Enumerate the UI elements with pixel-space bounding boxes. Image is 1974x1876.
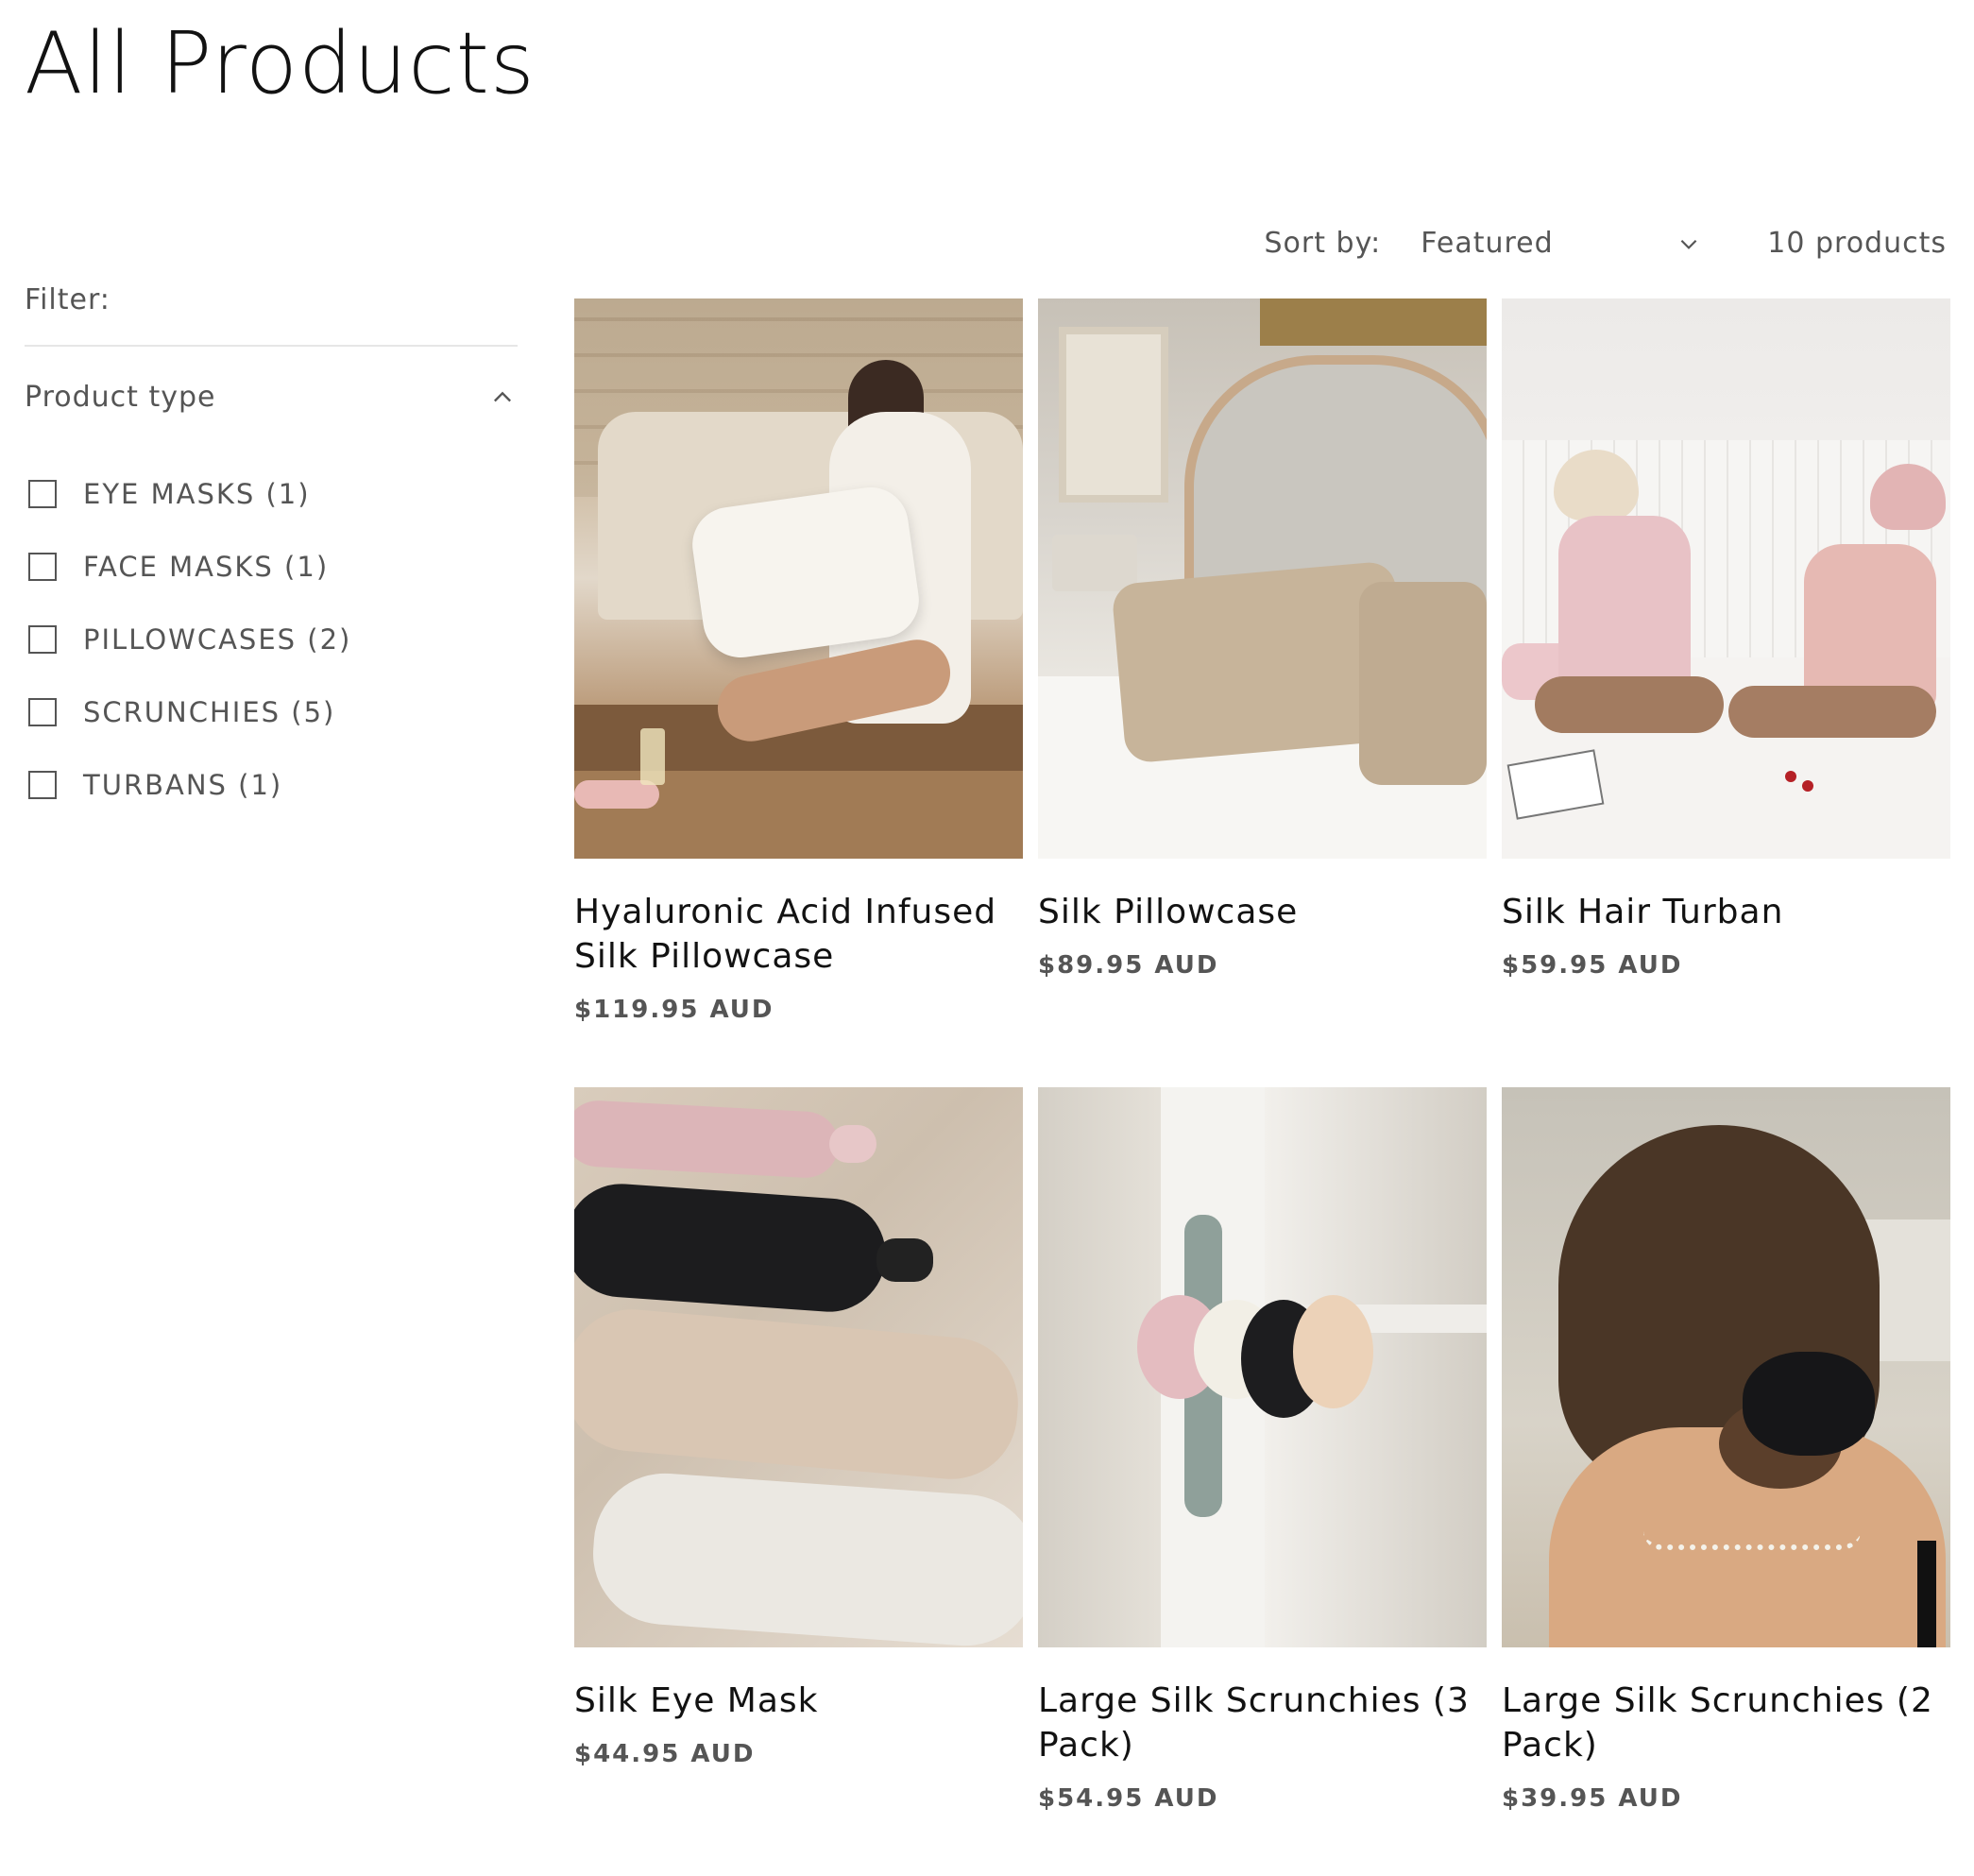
facet-option-label: TURBANS (1) bbox=[83, 768, 283, 801]
sort-selected-value: Featured bbox=[1421, 227, 1554, 260]
checkbox[interactable] bbox=[28, 697, 57, 726]
facet-option-turbans[interactable]: TURBANS (1) bbox=[25, 748, 518, 821]
page-title: All Products bbox=[25, 14, 536, 113]
product-price: $119.95 AUD bbox=[574, 996, 774, 1024]
product-count: 10 products bbox=[1767, 227, 1947, 260]
facet-option-eye-masks[interactable]: EYE MASKS (1) bbox=[25, 457, 518, 530]
product-title[interactable]: Hyaluronic Acid Infused Silk Pillowcase bbox=[574, 890, 1023, 979]
product-price: $59.95 AUD bbox=[1502, 951, 1683, 980]
product-card[interactable]: Silk Hair Turban $59.95 AUD bbox=[1502, 298, 1950, 1087]
product-price: $89.95 AUD bbox=[1038, 951, 1219, 980]
product-image[interactable] bbox=[574, 1087, 1023, 1647]
product-image[interactable] bbox=[1038, 298, 1487, 859]
product-grid: Hyaluronic Acid Infused Silk Pillowcase … bbox=[574, 298, 1953, 1876]
product-price: $44.95 AUD bbox=[574, 1740, 756, 1768]
filter-heading: Filter: bbox=[25, 283, 111, 316]
sort-select[interactable]: Featured bbox=[1421, 227, 1701, 260]
collection-page: All Products Sort by: Featured 10 produc… bbox=[0, 0, 1974, 1836]
product-card[interactable]: Hyaluronic Acid Infused Silk Pillowcase … bbox=[574, 298, 1023, 1087]
product-image[interactable] bbox=[1502, 1087, 1950, 1647]
filter-sidebar: Filter: Product type EYE MASKS (1) FACE … bbox=[25, 283, 518, 821]
checkbox[interactable] bbox=[28, 479, 57, 508]
filter-divider bbox=[25, 345, 518, 347]
checkbox[interactable] bbox=[28, 552, 57, 581]
product-image[interactable] bbox=[1502, 298, 1950, 859]
product-card[interactable]: Silk Pillowcase $89.95 AUD bbox=[1038, 298, 1487, 1087]
facet-option-scrunchies[interactable]: SCRUNCHIES (5) bbox=[25, 675, 518, 748]
chevron-down-icon bbox=[1680, 239, 1697, 249]
product-card[interactable]: Silk Eye Mask $44.95 AUD bbox=[574, 1087, 1023, 1876]
chevron-up-icon bbox=[494, 391, 511, 401]
product-card[interactable]: Large Silk Scrunchies (3 Pack) $54.95 AU… bbox=[1038, 1087, 1487, 1876]
checkbox[interactable] bbox=[28, 770, 57, 799]
sort-label: Sort by: bbox=[1264, 227, 1382, 260]
product-title[interactable]: Large Silk Scrunchies (3 Pack) bbox=[1038, 1679, 1487, 1767]
sort-bar: Sort by: Featured 10 products bbox=[1265, 227, 1948, 260]
facet-option-label: PILLOWCASES (2) bbox=[83, 622, 352, 656]
facet-option-face-masks[interactable]: FACE MASKS (1) bbox=[25, 530, 518, 603]
facet-option-label: FACE MASKS (1) bbox=[83, 550, 330, 583]
product-title[interactable]: Silk Pillowcase bbox=[1038, 890, 1487, 934]
facet-title: Product type bbox=[25, 381, 216, 414]
checkbox[interactable] bbox=[28, 624, 57, 654]
product-price: $54.95 AUD bbox=[1038, 1784, 1219, 1813]
product-image[interactable] bbox=[574, 298, 1023, 859]
product-title[interactable]: Silk Eye Mask bbox=[574, 1679, 1023, 1723]
product-title[interactable]: Large Silk Scrunchies (2 Pack) bbox=[1502, 1679, 1950, 1767]
facet-option-pillowcases[interactable]: PILLOWCASES (2) bbox=[25, 603, 518, 675]
product-title[interactable]: Silk Hair Turban bbox=[1502, 890, 1950, 934]
product-price: $39.95 AUD bbox=[1502, 1784, 1683, 1813]
product-image[interactable] bbox=[1038, 1087, 1487, 1647]
product-card[interactable]: Large Silk Scrunchies (2 Pack) $39.95 AU… bbox=[1502, 1087, 1950, 1876]
facet-options: EYE MASKS (1) FACE MASKS (1) PILLOWCASES… bbox=[25, 457, 518, 821]
facet-option-label: SCRUNCHIES (5) bbox=[83, 695, 336, 728]
facet-option-label: EYE MASKS (1) bbox=[83, 477, 311, 510]
facet-toggle-product-type[interactable]: Product type bbox=[25, 381, 518, 414]
